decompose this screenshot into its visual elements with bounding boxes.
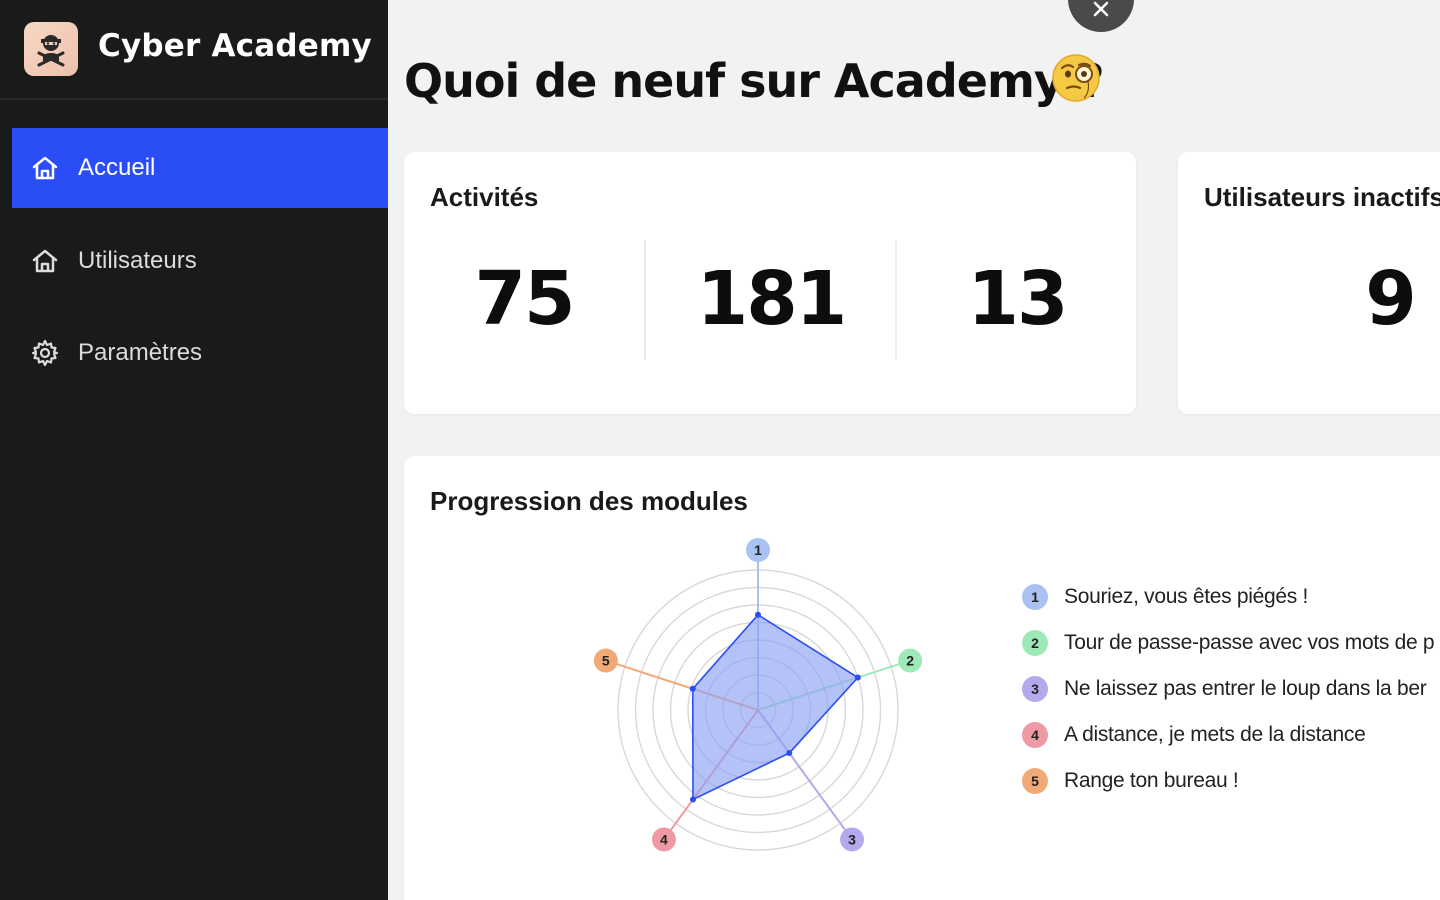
- module-label: A distance, je mets de la distance: [1064, 723, 1366, 746]
- radar-axis-label: 5: [602, 653, 610, 669]
- sidebar-item-label: Accueil: [78, 154, 156, 181]
- radar-data-area: [691, 613, 860, 801]
- sidebar-item-label: Paramètres: [78, 339, 203, 366]
- app-logo[interactable]: [24, 22, 78, 76]
- radar-axis-label: 1: [754, 542, 762, 558]
- module-number-badge: 1: [1022, 584, 1048, 610]
- sidebar-item-parametres[interactable]: Paramètres: [12, 313, 388, 393]
- activities-stat-value: 181: [696, 256, 847, 342]
- legend-item: 3 Ne laissez pas entrer le loup dans la …: [1022, 676, 1427, 702]
- home-icon: [32, 156, 58, 180]
- app-name: Cyber Academy: [98, 28, 372, 64]
- radar-axis-label: 4: [660, 831, 668, 847]
- module-label: Ne laissez pas entrer le loup dans la be…: [1064, 677, 1427, 700]
- close-icon: [1093, 1, 1109, 17]
- sidebar-item-label: Utilisateurs: [78, 247, 197, 274]
- radar-data-point: [755, 611, 761, 618]
- radar-axis-label: 3: [848, 831, 856, 847]
- inactive-users-value: 9: [1365, 256, 1417, 342]
- module-number-badge: 3: [1022, 676, 1048, 702]
- module-label: Range ton bureau !: [1064, 769, 1239, 792]
- activities-card-title: Activités: [430, 182, 539, 212]
- module-progress-card: Progression des modules 12345 1 Souriez,…: [404, 456, 1440, 900]
- inactive-users-card: Utilisateurs inactifs 9: [1178, 152, 1440, 414]
- radar-data-point: [689, 796, 696, 803]
- hacker-icon: [37, 35, 65, 67]
- radar-axis-label: 2: [906, 653, 914, 669]
- activities-card: Activités 75 181 13: [404, 152, 1136, 414]
- sidebar-item-accueil[interactable]: Accueil: [12, 128, 388, 208]
- face-with-monocle-emoji-icon: [1052, 54, 1100, 102]
- page-title: Quoi de neuf sur Academy ?: [404, 54, 1105, 108]
- legend-item: 2 Tour de passe-passe avec vos mots de p: [1022, 630, 1435, 656]
- legend-item: 1 Souriez, vous êtes piégés !: [1022, 584, 1308, 610]
- module-label: Souriez, vous êtes piégés !: [1064, 585, 1309, 608]
- legend-item: 5 Range ton bureau !: [1022, 768, 1239, 794]
- radar-data-point: [786, 750, 793, 757]
- module-label: Tour de passe-passe avec vos mots de p: [1064, 631, 1435, 654]
- module-number-badge: 5: [1022, 768, 1048, 794]
- legend-item: 4 A distance, je mets de la distance: [1022, 722, 1366, 748]
- radar-data-point: [854, 674, 861, 681]
- activities-stat-value: 13: [967, 256, 1069, 342]
- sidebar-item-utilisateurs[interactable]: Utilisateurs: [12, 221, 388, 301]
- module-number-badge: 4: [1022, 722, 1048, 748]
- sidebar: Cyber Academy Accueil Utilisateurs Param…: [0, 0, 388, 900]
- radar-data-point: [689, 685, 696, 692]
- radar-chart: 1 2 3 4 5: [593, 538, 923, 852]
- gear-icon: [31, 339, 59, 367]
- close-button[interactable]: [1068, 0, 1134, 32]
- module-number-badge: 2: [1022, 630, 1048, 656]
- activities-stat-value: 75: [474, 256, 576, 342]
- inactive-users-card-title: Utilisateurs inactifs: [1204, 182, 1440, 212]
- brand-header: Cyber Academy: [0, 0, 388, 100]
- home-icon: [32, 249, 58, 273]
